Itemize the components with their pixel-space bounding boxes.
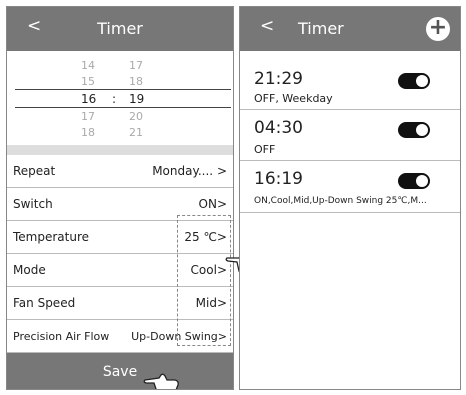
picker-minute: 20: [129, 110, 143, 123]
highlight-box: [177, 215, 231, 346]
picker-hour: 14: [81, 59, 95, 72]
timer-toggle[interactable]: [398, 173, 430, 189]
setting-label: Fan Speed: [13, 296, 76, 310]
back-button[interactable]: <: [260, 16, 274, 36]
timer-info: OFF: [254, 143, 276, 156]
timer-item[interactable]: 21:29 OFF, Weekday: [240, 59, 460, 110]
picker-divider: [15, 89, 231, 90]
timer-list-screen: < Timer + 21:29 OFF, Weekday 04:30 OFF 1…: [239, 6, 461, 390]
setting-label: Switch: [13, 197, 53, 211]
hand-pointer-icon: [143, 373, 179, 389]
timer-edit-screen: < Timer 14 17 15 18 16 : 19 17 20 18 21 …: [6, 6, 234, 390]
page-title: Timer: [298, 19, 344, 38]
section-divider: [7, 145, 233, 155]
setting-label: Temperature: [13, 230, 90, 244]
picker-row[interactable]: 17 20: [7, 110, 233, 123]
picker-separator: :: [112, 92, 117, 106]
picker-hour-selected: 16: [81, 92, 97, 106]
picker-minute: 17: [129, 59, 143, 72]
setting-repeat[interactable]: Repeat Monday.... >: [7, 155, 233, 188]
setting-label: Mode: [13, 263, 46, 277]
page-title: Timer: [97, 19, 143, 38]
timer-toggle[interactable]: [398, 73, 430, 89]
timer-info: OFF, Weekday: [254, 92, 333, 105]
picker-hour: 15: [81, 75, 95, 88]
timer-time: 04:30: [254, 118, 303, 138]
picker-hour: 17: [81, 110, 95, 123]
picker-minute-selected: 19: [129, 92, 145, 106]
picker-row[interactable]: 15 18: [7, 75, 233, 88]
timer-list-header: < Timer +: [240, 7, 460, 51]
save-label: Save: [102, 364, 138, 380]
picker-minute: 21: [129, 126, 143, 139]
toggle-knob: [416, 75, 428, 87]
picker-hour: 18: [81, 126, 95, 139]
toggle-knob: [416, 175, 428, 187]
setting-value: ON>: [198, 197, 227, 211]
timer-toggle[interactable]: [398, 122, 430, 138]
picker-row[interactable]: 18 21: [7, 126, 233, 139]
timer-edit-header: < Timer: [7, 7, 233, 51]
picker-row[interactable]: 14 17: [7, 59, 233, 72]
picker-divider: [15, 107, 231, 108]
time-picker[interactable]: 14 17 15 18 16 : 19 17 20 18 21: [7, 51, 233, 145]
save-button[interactable]: Save: [7, 353, 233, 389]
timer-time: 16:19: [254, 169, 303, 189]
timer-item[interactable]: 16:19 ON,Cool,Mid,Up-Down Swing 25℃,M...: [240, 161, 460, 213]
add-timer-button[interactable]: +: [426, 17, 450, 41]
picker-minute: 18: [129, 75, 143, 88]
picker-row-selected[interactable]: 16 : 19: [7, 92, 233, 106]
toggle-knob: [416, 124, 428, 136]
timer-item[interactable]: 04:30 OFF: [240, 110, 460, 161]
setting-label: Precision Air Flow: [13, 330, 110, 343]
timer-info: ON,Cool,Mid,Up-Down Swing 25℃,M...: [254, 196, 427, 206]
setting-value: Monday.... >: [152, 164, 227, 178]
timer-time: 21:29: [254, 69, 303, 89]
setting-label: Repeat: [13, 164, 56, 178]
